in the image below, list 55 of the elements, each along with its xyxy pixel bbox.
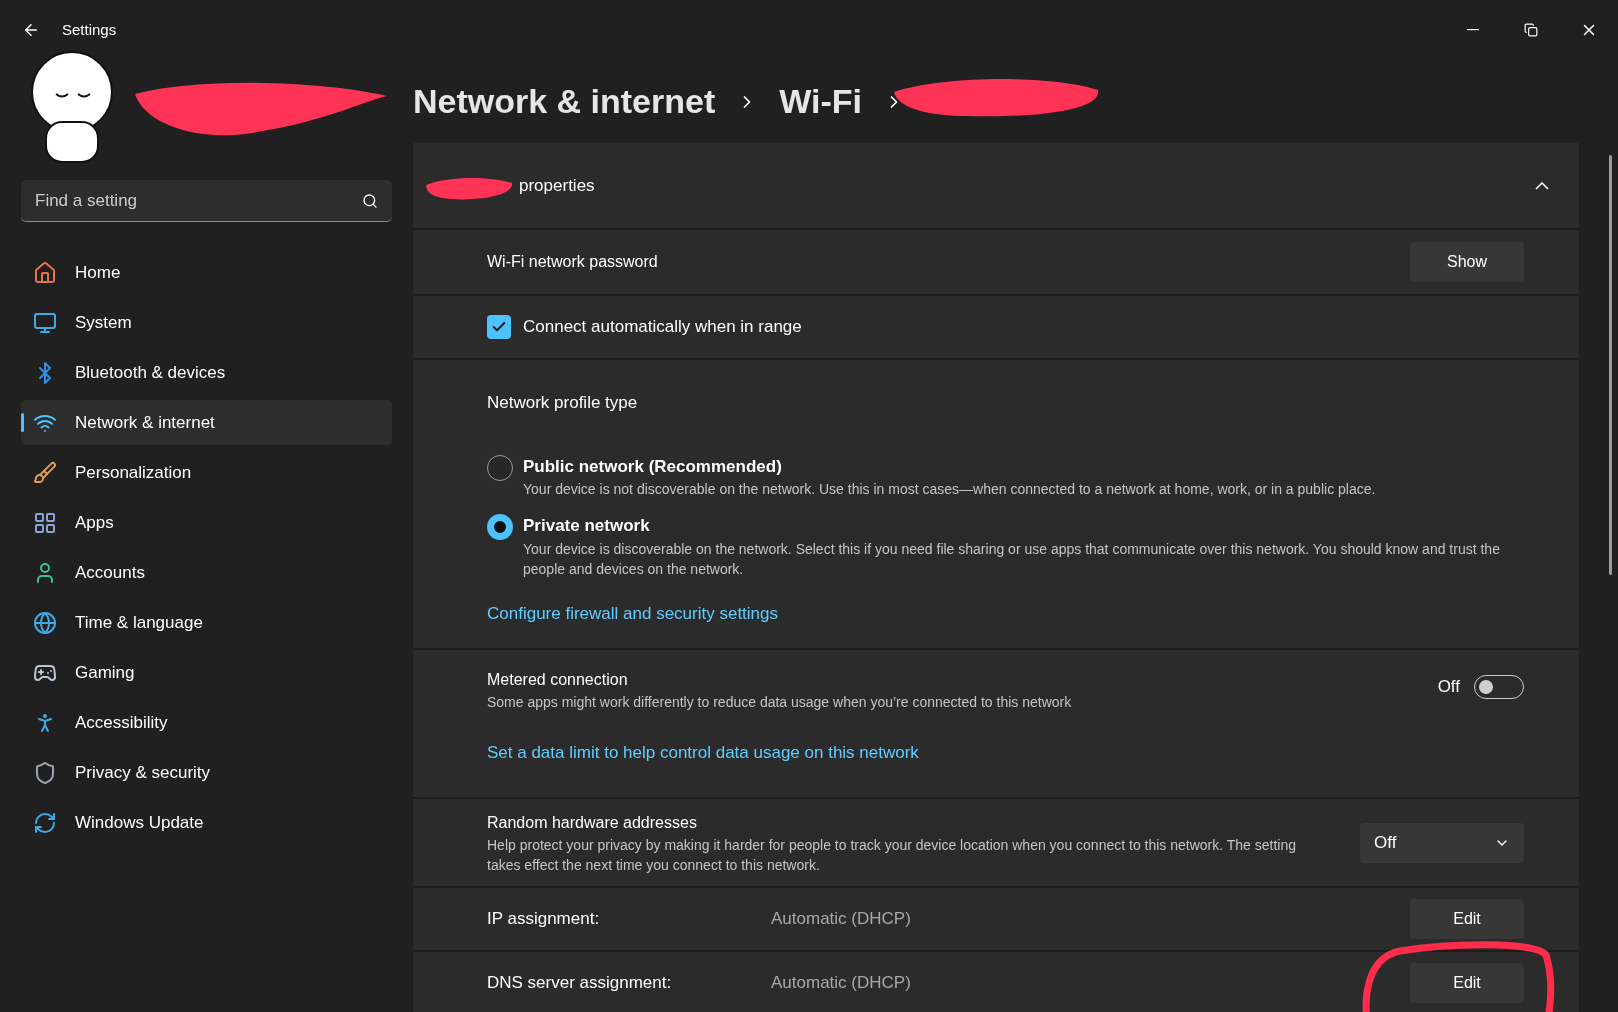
setting-value: Automatic (DHCP) — [771, 972, 912, 995]
brush-icon — [33, 460, 57, 485]
setting-label: Network profile type — [487, 393, 638, 412]
sidebar-item[interactable]: Accessibility — [21, 700, 392, 745]
sidebar-item[interactable]: Bluetooth & devices — [21, 350, 392, 395]
sidebar-item[interactable]: System — [21, 300, 392, 345]
sidebar-item[interactable]: Privacy & security — [21, 750, 392, 795]
show-button[interactable]: Show — [1410, 242, 1524, 282]
window-title: Settings — [62, 19, 117, 40]
sidebar-item[interactable]: Network & internet — [21, 400, 392, 445]
sidebar-item[interactable]: Apps — [21, 500, 392, 545]
settings-link[interactable]: Set a data limit to help control data usage on this network — [487, 743, 919, 762]
shield-icon — [33, 760, 57, 785]
section-header[interactable]: properties — [413, 143, 1579, 228]
edit-button[interactable]: Edit — [1410, 899, 1524, 939]
setting-label: Random hardware addresses — [487, 812, 698, 833]
radio-button[interactable] — [487, 514, 513, 540]
setting-label: Metered connection — [487, 670, 629, 690]
globe-icon — [33, 610, 57, 635]
setting-label: DNS server assignment: — [487, 972, 673, 995]
setting-description: Help protect your privacy by making it harder for people to track your device location when you connect to this network. The setting takes effect the next time you connect to this network. — [487, 835, 1298, 875]
apps-icon — [33, 510, 57, 535]
setting-description: Your device is not discoverable on the network. Use this in most cases—when connected to a network at home, work, or in a public place. — [523, 480, 1376, 499]
edit-button[interactable]: Edit — [1410, 963, 1524, 1003]
section-title: properties — [519, 174, 595, 197]
sidebar-item[interactable]: Personalization — [21, 450, 392, 495]
minimize-icon — [1467, 29, 1479, 31]
checkbox[interactable] — [487, 315, 511, 339]
radio-label: Private network — [523, 515, 651, 537]
search-field[interactable]: Find a setting — [21, 180, 392, 222]
checkbox-label: Connect automatically when in range — [523, 316, 802, 339]
setting-label: IP assignment: — [487, 908, 601, 931]
breadcrumb-item[interactable]: Network & internet — [413, 76, 716, 127]
sidebar-item[interactable]: Home — [21, 250, 392, 295]
sidebar-item[interactable]: Accounts — [21, 550, 392, 595]
sidebar-item[interactable]: Windows Update — [21, 800, 392, 845]
setting-description: Some apps might work differently to reduce data usage when you’re connected to this network — [487, 693, 1072, 712]
scrollbar[interactable] — [1609, 155, 1612, 575]
settings-link[interactable]: Configure firewall and security settings — [487, 603, 779, 623]
back-icon[interactable] — [22, 21, 40, 39]
setting-description: Your device is discoverable on the network. Select this if you need file sharing or use apps that communicate over this network. You should know and trust the people and devices on the network. — [523, 539, 1501, 579]
sidebar-item[interactable]: Gaming — [21, 650, 392, 695]
toggle-state: Off — [1437, 676, 1460, 698]
setting-label: Wi-Fi network password — [487, 252, 658, 272]
setting-value: Automatic (DHCP) — [771, 908, 912, 931]
search-icon — [362, 193, 378, 209]
restore-icon — [1524, 23, 1538, 37]
update-icon — [33, 810, 57, 835]
radio-button[interactable] — [487, 454, 513, 481]
breadcrumb-item[interactable]: Wi-Fi — [779, 76, 863, 127]
sidebar-item[interactable]: Time & language — [21, 600, 392, 645]
monitor-icon — [33, 310, 57, 335]
radio-label: Public network (Recommended) — [523, 455, 783, 478]
dropdown[interactable]: Off — [1360, 822, 1524, 863]
home-icon — [33, 260, 57, 285]
